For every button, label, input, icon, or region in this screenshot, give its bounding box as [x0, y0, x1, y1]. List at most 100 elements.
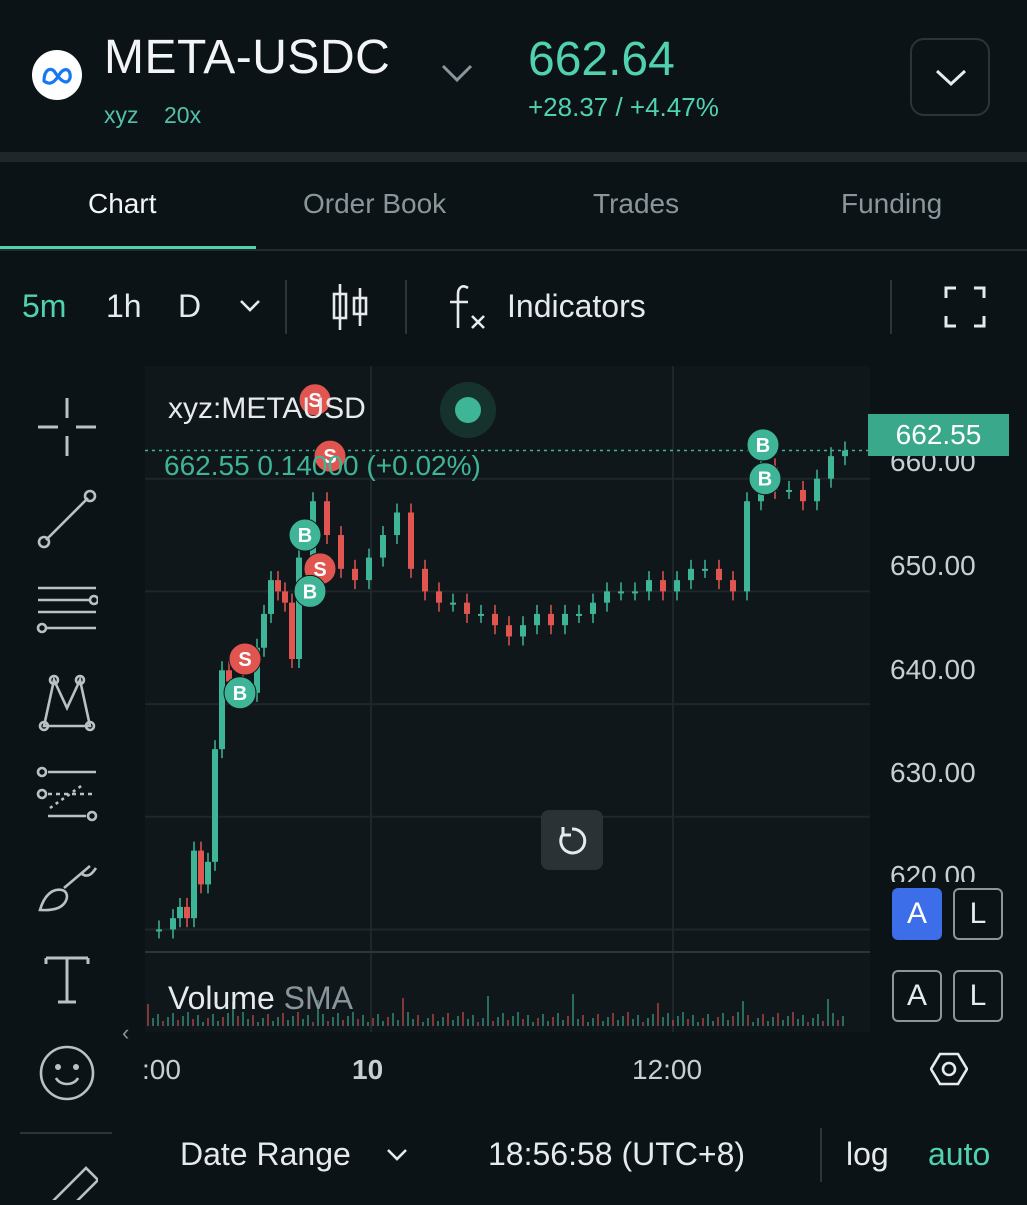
volume-bar: [452, 1020, 454, 1026]
candle-body: [520, 625, 526, 637]
volume-bar: [557, 1013, 559, 1026]
log-scale-button[interactable]: L: [953, 888, 1003, 940]
volume-bar: [762, 1014, 764, 1026]
candle-body: [296, 557, 302, 659]
date-range-button[interactable]: Date Range: [180, 1136, 351, 1173]
candle-body: [177, 906, 183, 919]
volume-bar: [347, 1016, 349, 1026]
candle-body: [702, 568, 708, 571]
volume-bar: [777, 1013, 779, 1026]
auto-toggle[interactable]: auto: [928, 1136, 990, 1173]
clock-time[interactable]: 18:56:58 (UTC+8): [488, 1136, 745, 1173]
volume-bar: [357, 1019, 359, 1026]
volume-bar: [727, 1020, 729, 1026]
interval-1h[interactable]: 1h: [106, 288, 142, 325]
trade-marker-label: B: [758, 469, 772, 491]
candle-body: [674, 580, 680, 592]
volume-bar: [372, 1018, 374, 1026]
volume-bar: [157, 1014, 159, 1026]
text-icon[interactable]: [36, 950, 98, 1012]
ruler-icon[interactable]: [36, 1160, 100, 1205]
volume-bar: [682, 1012, 684, 1026]
price-change: +28.37 / +4.47%: [528, 92, 719, 122]
volume-bar: [572, 994, 574, 1026]
interval-chevron-down-icon[interactable]: [238, 298, 262, 319]
candle-body: [170, 918, 176, 930]
volume-bar: [752, 1022, 754, 1026]
candle-body: [716, 568, 722, 581]
settings-icon[interactable]: [929, 1050, 969, 1093]
volume-bar: [772, 1017, 774, 1026]
volume-bar: [417, 1015, 419, 1026]
symbol-title[interactable]: META-USDC: [104, 30, 390, 85]
date-range-chevron-down-icon[interactable]: [386, 1148, 408, 1167]
volume-bar: [512, 1016, 514, 1026]
candle-body: [324, 501, 330, 536]
brush-icon[interactable]: [36, 856, 98, 918]
auto-scale-button[interactable]: A: [892, 888, 942, 940]
tab-funding[interactable]: Funding: [841, 188, 942, 220]
dex-label: xyz: [104, 102, 139, 128]
leverage-label: 20x: [164, 102, 202, 128]
crosshair-icon[interactable]: [36, 396, 98, 458]
fullscreen-icon[interactable]: [944, 286, 986, 333]
tab-chart[interactable]: Chart: [88, 188, 156, 220]
volume-bar: [287, 1020, 289, 1026]
interval-d[interactable]: D: [178, 288, 201, 325]
volume-bar: [587, 1022, 589, 1026]
tab-order-book[interactable]: Order Book: [303, 188, 446, 220]
tools-divider: [20, 1132, 112, 1134]
chart-legend-values: 662.55 0.14000 (+0.02%): [164, 450, 481, 481]
y-tick-label: 620.00: [890, 860, 976, 882]
volume-bar: [422, 1022, 424, 1026]
trade-marker-label: S: [238, 649, 251, 671]
volume-bar: [177, 1020, 179, 1026]
volume-bar: [222, 1017, 224, 1026]
trend-line-icon[interactable]: [36, 488, 98, 550]
candlestick-icon[interactable]: [330, 282, 370, 337]
volume-label: Volume: [168, 980, 275, 1016]
volume-log-scale-button[interactable]: L: [953, 970, 1003, 1022]
candle-body: [464, 602, 470, 614]
symbol-chevron-down-icon[interactable]: [440, 62, 474, 91]
volume-bar: [817, 1014, 819, 1026]
market-status-icon: [440, 382, 496, 438]
scroll-left-icon[interactable]: ‹: [122, 1020, 129, 1046]
pattern-icon[interactable]: [36, 672, 98, 734]
volume-bar: [737, 1012, 739, 1026]
volume-bar: [462, 1012, 464, 1026]
candle-body: [212, 749, 218, 862]
candle-body: [660, 580, 666, 592]
fx-icon[interactable]: [446, 282, 490, 337]
volume-bar: [327, 1021, 329, 1026]
volume-bar: [702, 1018, 704, 1026]
volume-bar: [627, 1012, 629, 1026]
volume-bar: [787, 1016, 789, 1026]
fib-icon[interactable]: [36, 764, 98, 826]
log-toggle[interactable]: log: [846, 1136, 889, 1173]
candle-body: [730, 580, 736, 592]
candle-body: [261, 613, 267, 648]
horizontal-lines-icon[interactable]: [36, 580, 100, 642]
candle-body: [492, 613, 498, 626]
volume-bar: [367, 1022, 369, 1026]
volume-bar: [567, 1016, 569, 1026]
tab-trades[interactable]: Trades: [593, 188, 679, 220]
current-price-tag: 662.55: [868, 414, 1009, 456]
emoji-icon[interactable]: [36, 1042, 98, 1104]
indicators-button[interactable]: Indicators: [507, 288, 646, 325]
interval-5m[interactable]: 5m: [22, 288, 66, 325]
candle-body: [366, 557, 372, 581]
volume-bar: [632, 1019, 634, 1026]
candle-body: [422, 568, 428, 592]
header-menu-button[interactable]: [910, 38, 990, 116]
volume-bar: [832, 1013, 834, 1026]
candle-body: [548, 613, 554, 626]
reset-chart-button[interactable]: [541, 810, 603, 870]
volume-bar: [152, 1018, 154, 1026]
volume-auto-scale-button[interactable]: A: [892, 970, 942, 1022]
volume-bar: [292, 1016, 294, 1026]
candle-body: [275, 580, 281, 592]
volume-bar: [192, 1019, 194, 1026]
volume-bar: [397, 1020, 399, 1026]
